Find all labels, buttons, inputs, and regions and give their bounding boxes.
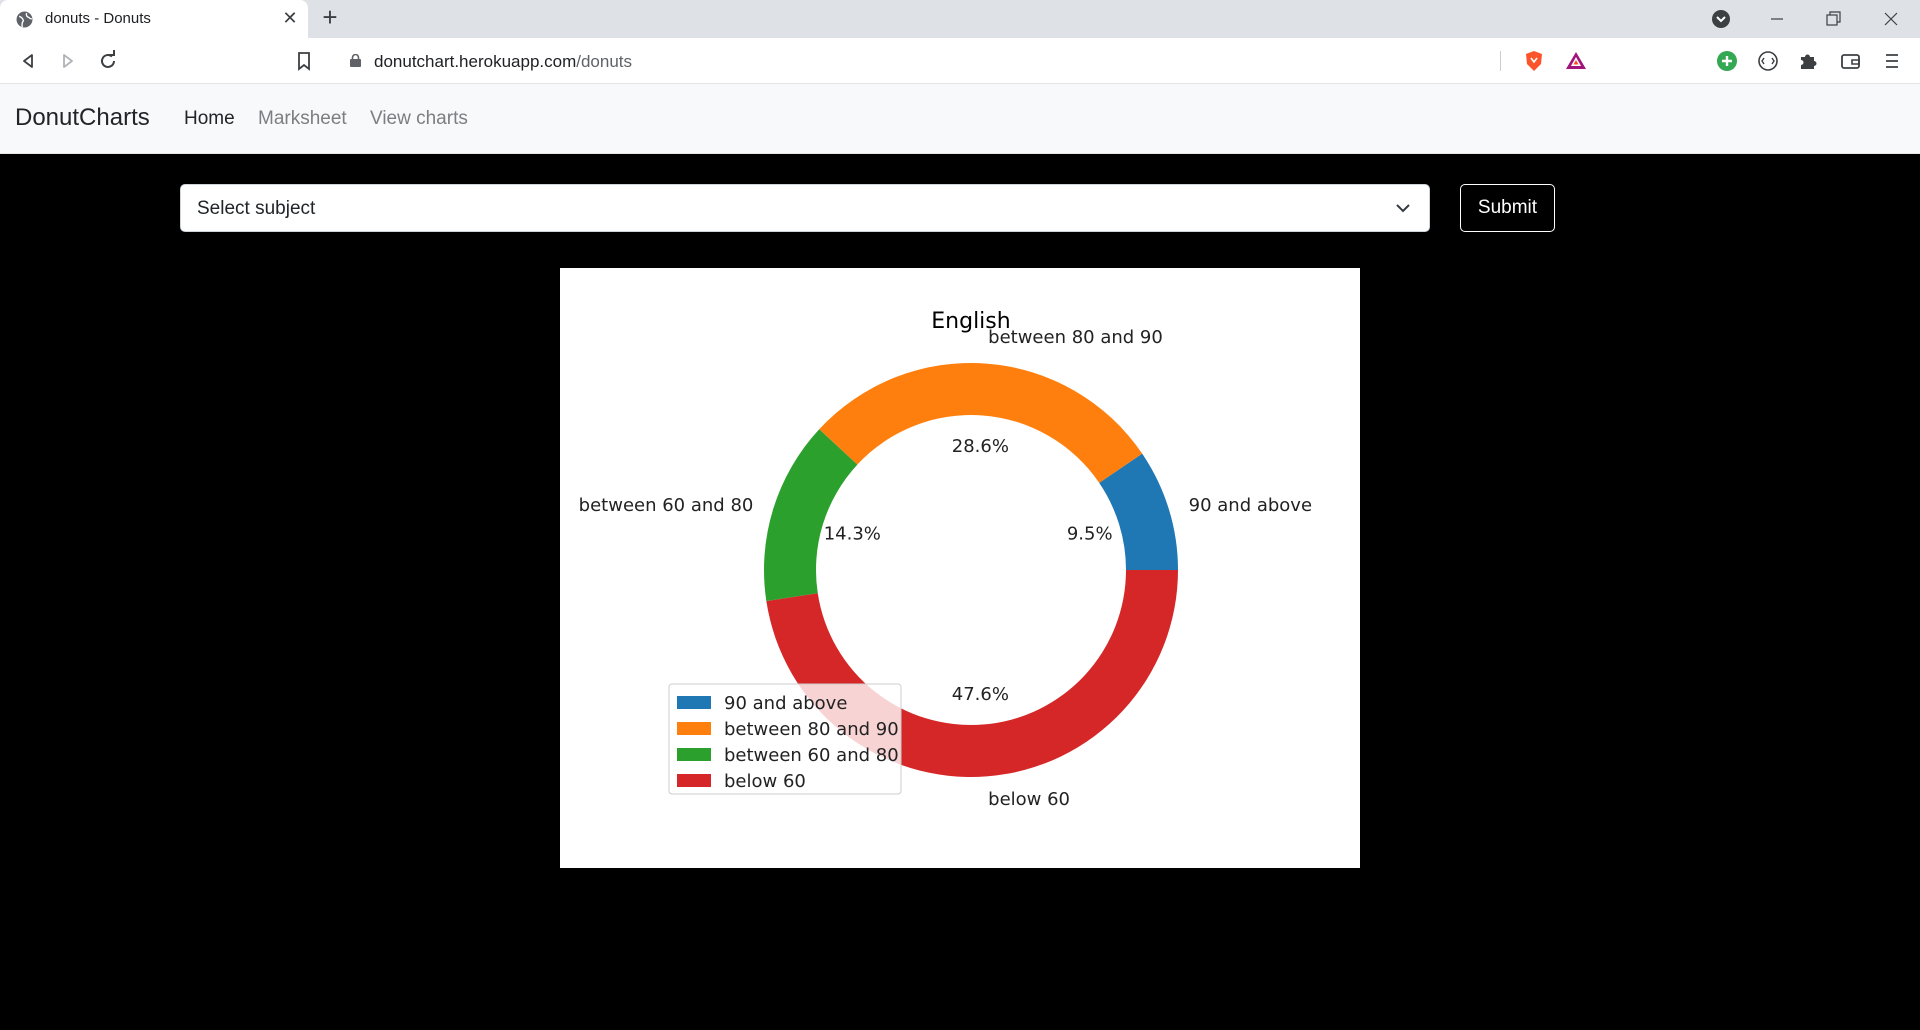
- slice-percent-90-and-above: 9.5%: [1067, 523, 1113, 544]
- donut-chart-svg: English90 and abovebetween 80 and 90betw…: [579, 309, 1312, 810]
- slice-label-between-80-and-90: between 80 and 90: [988, 327, 1163, 348]
- browser-tab[interactable]: donuts - Donuts ✕: [0, 0, 308, 38]
- browser-toolbar: donutchart.herokuapp.com/donuts: [0, 38, 1920, 84]
- subject-select[interactable]: Select subject: [180, 184, 1430, 232]
- legend-label-90-and-above: 90 and above: [724, 693, 847, 714]
- slice-label-between-60-and-80: between 60 and 80: [579, 495, 754, 516]
- donut-slice-between-80-and-90: [819, 363, 1143, 483]
- legend-swatch-below-60: [677, 774, 711, 787]
- wallet-icon[interactable]: [1836, 47, 1864, 75]
- tab-title: donuts - Donuts: [45, 10, 151, 27]
- legend-swatch-between-80-and-90: [677, 722, 711, 735]
- navbar-brand[interactable]: DonutCharts: [15, 104, 150, 132]
- reload-icon[interactable]: [94, 47, 122, 75]
- globe-icon: [16, 11, 33, 28]
- extensions-puzzle-icon[interactable]: [1794, 47, 1822, 75]
- tab-search-icon[interactable]: [1706, 4, 1736, 34]
- url-divider: [1500, 51, 1501, 71]
- nav-link-home[interactable]: Home: [184, 108, 235, 130]
- close-window-icon[interactable]: [1876, 4, 1906, 34]
- donut-slice-between-60-and-80: [764, 429, 858, 602]
- menu-icon[interactable]: [1878, 47, 1906, 75]
- slice-percent-between-80-and-90: 28.6%: [952, 436, 1009, 457]
- back-icon[interactable]: [14, 47, 42, 75]
- url-host: donutchart.herokuapp.com: [374, 52, 577, 71]
- slice-label-below-60: below 60: [988, 789, 1070, 810]
- nav-link-marksheet[interactable]: Marksheet: [258, 108, 347, 130]
- legend-label-between-60-and-80: between 60 and 80: [724, 745, 899, 766]
- address-bar[interactable]: donutchart.herokuapp.com/donuts: [332, 43, 1590, 79]
- close-tab-icon[interactable]: ✕: [280, 8, 300, 28]
- slice-percent-between-60-and-80: 14.3%: [824, 523, 881, 544]
- legend-swatch-90-and-above: [677, 696, 711, 709]
- legend-swatch-between-60-and-80: [677, 748, 711, 761]
- nav-link-view-charts[interactable]: View charts: [370, 108, 468, 130]
- restore-icon[interactable]: [1818, 4, 1848, 34]
- submit-button[interactable]: Submit: [1460, 184, 1555, 232]
- site-navbar: DonutCharts Home Marksheet View charts: [0, 84, 1920, 154]
- extension-add-icon[interactable]: [1713, 47, 1741, 75]
- url-text: donutchart.herokuapp.com/donuts: [374, 52, 632, 72]
- legend-label-between-80-and-90: between 80 and 90: [724, 719, 899, 740]
- slice-label-90-and-above: 90 and above: [1189, 495, 1312, 516]
- donut-chart: English 90 and above between 80 and 90 betw…: [560, 268, 1360, 868]
- lock-icon: [350, 54, 361, 67]
- url-path: /donuts: [576, 52, 633, 71]
- brave-rewards-icon[interactable]: [1564, 49, 1588, 73]
- slice-percent-below-60: 47.6%: [952, 684, 1009, 705]
- extension-circle-icon[interactable]: [1754, 47, 1782, 75]
- legend-label-below-60: below 60: [724, 771, 806, 792]
- bookmark-icon[interactable]: [290, 47, 318, 75]
- forward-icon[interactable]: [54, 47, 82, 75]
- minimize-icon[interactable]: [1762, 4, 1792, 34]
- browser-tabbar: donuts - Donuts ✕ +: [0, 0, 1920, 38]
- subject-select-value: Select subject: [197, 198, 316, 219]
- chevron-down-icon: [1396, 204, 1410, 213]
- new-tab-button[interactable]: +: [318, 4, 342, 30]
- brave-shield-icon[interactable]: [1522, 49, 1546, 73]
